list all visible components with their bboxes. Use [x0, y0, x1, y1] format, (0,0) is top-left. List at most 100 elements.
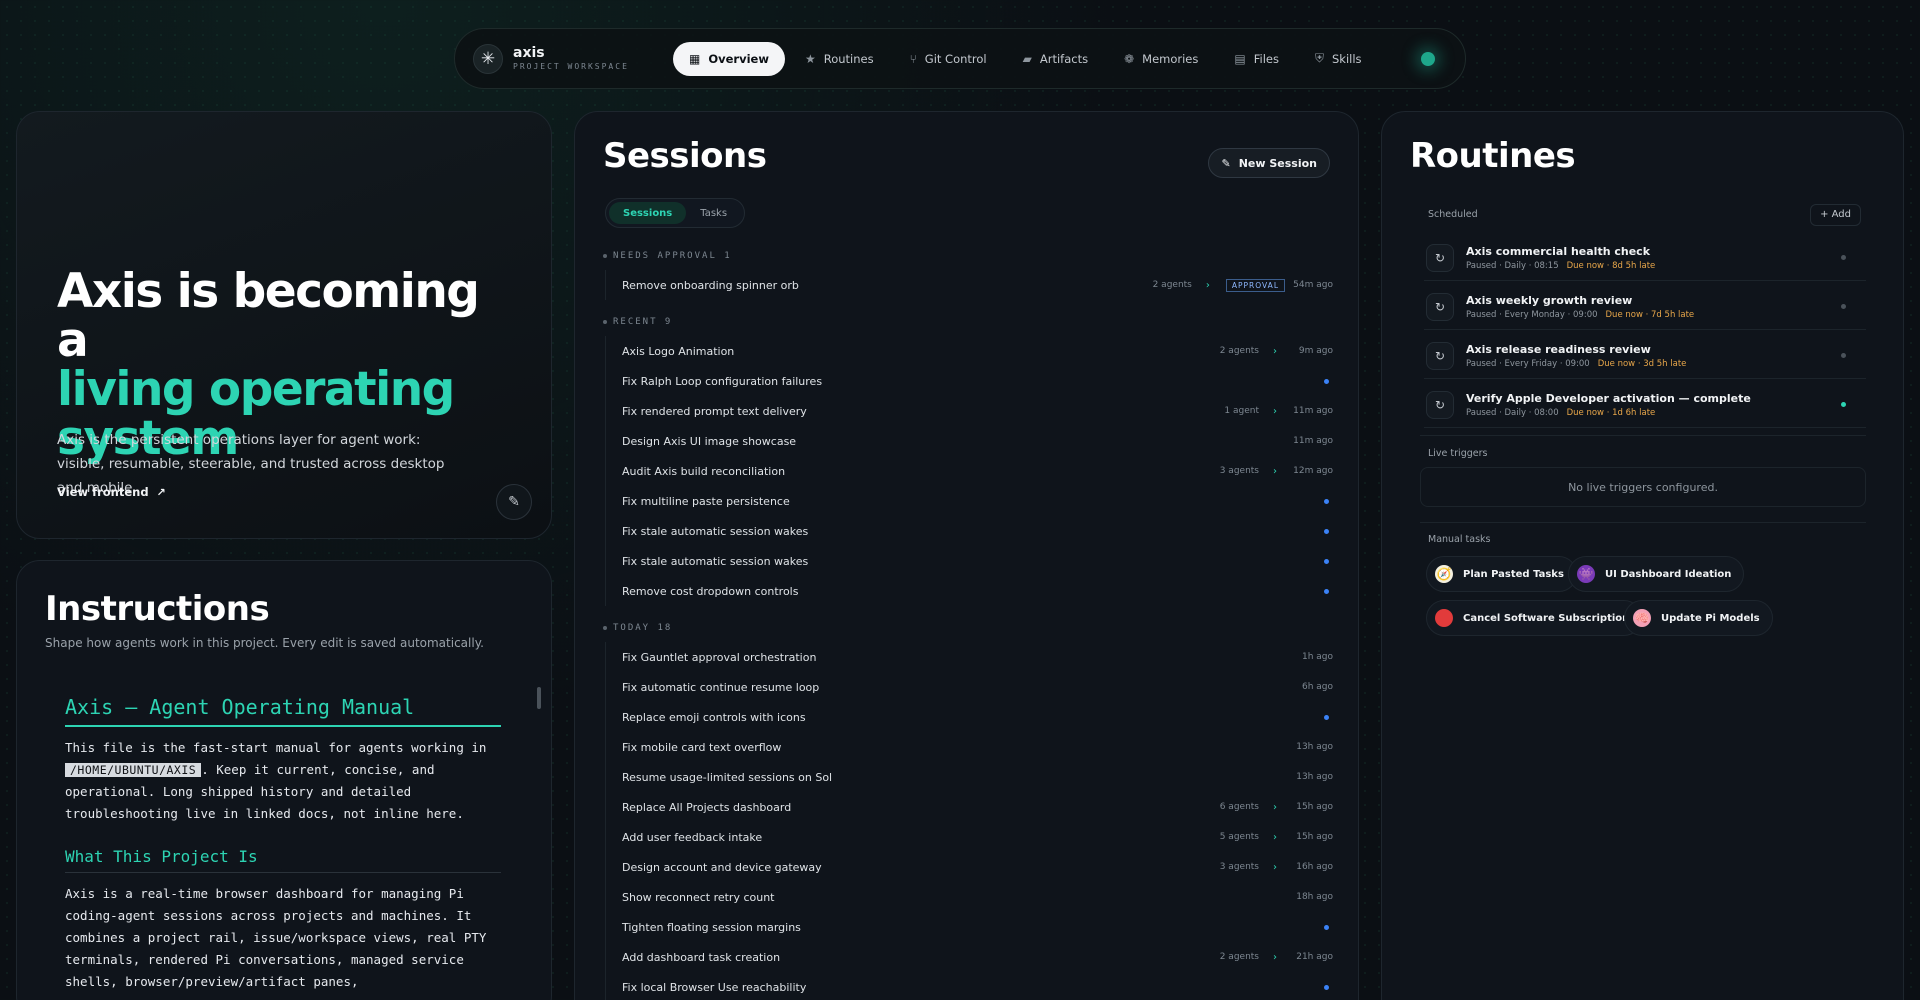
session-title: Fix stale automatic session wakes: [622, 554, 809, 568]
routine-item[interactable]: ↻ Axis release readiness review Paused ·…: [1424, 333, 1866, 379]
session-row[interactable]: Design Axis UI image showcase 11m ago: [605, 426, 1333, 456]
sessions-tasks-toggle: Sessions Tasks: [605, 198, 746, 228]
session-time: 21h ago: [1296, 952, 1333, 962]
unread-dot-icon: [1324, 498, 1329, 504]
tab-git-control[interactable]: ⑂ Git Control: [894, 42, 1003, 76]
session-title: Fix local Browser Use reachability: [622, 980, 807, 994]
palette-icon: 👾: [1577, 565, 1595, 583]
session-row[interactable]: Fix rendered prompt text delivery 1 agent…: [605, 396, 1333, 426]
session-row[interactable]: Resume usage-limited sessions on Sol 13h …: [605, 762, 1333, 792]
session-time: 18h ago: [1296, 892, 1333, 902]
scheduled-label: Scheduled: [1428, 209, 1478, 220]
tab-routines[interactable]: ★ Routines: [789, 42, 890, 76]
routine-item[interactable]: ↻ Verify Apple Developer activation — co…: [1424, 382, 1866, 428]
tab-label: Skills: [1331, 51, 1362, 66]
status-dot-icon: [1841, 255, 1846, 260]
unread-dot-icon: [1324, 714, 1329, 720]
chevron-right-icon[interactable]: ›: [1206, 280, 1210, 291]
instructions-subtitle: Shape how agents work in this project. E…: [45, 636, 484, 650]
agent-count: 5 agents: [1219, 832, 1259, 842]
session-time: 12m ago: [1293, 466, 1333, 476]
session-row[interactable]: Audit Axis build reconciliation 3 agents ›…: [605, 456, 1333, 486]
tab-label: Files: [1253, 51, 1279, 66]
routine-title: Axis commercial health check: [1466, 244, 1651, 258]
session-row[interactable]: Fix multiline paste persistence: [605, 486, 1333, 516]
unread-dot-icon: [1324, 558, 1329, 564]
tab-files[interactable]: ▤ Files: [1218, 42, 1295, 76]
tab-tasks[interactable]: Tasks: [686, 202, 741, 224]
chevron-right-icon[interactable]: ›: [1273, 406, 1277, 417]
chevron-right-icon[interactable]: ›: [1273, 832, 1277, 843]
session-time: 15h ago: [1296, 832, 1333, 842]
new-session-button[interactable]: ✎ New Session: [1208, 148, 1330, 178]
session-row[interactable]: Remove cost dropdown controls: [605, 576, 1333, 606]
session-title: Design Axis UI image showcase: [622, 434, 797, 448]
agent-count: 6 agents: [1219, 802, 1259, 812]
session-row[interactable]: Add dashboard task creation 2 agents › 21h …: [605, 942, 1333, 972]
routine-schedule: Paused · Daily · 08:15: [1466, 260, 1559, 271]
session-row[interactable]: Fix local Browser Use reachability: [605, 972, 1333, 1000]
session-row[interactable]: Add user feedback intake 5 agents › 15h ago: [605, 822, 1333, 852]
view-frontend-label: View frontend: [57, 485, 149, 499]
session-row[interactable]: Design account and device gateway 3 agent…: [605, 852, 1333, 882]
refresh-icon: ↻: [1426, 243, 1454, 272]
session-row[interactable]: Fix Gauntlet approval orchestration 1h ag…: [605, 642, 1333, 672]
brain-icon: 🧠: [1633, 609, 1651, 627]
session-title: Audit Axis build reconciliation: [622, 464, 786, 478]
session-group-header: RECENT 9: [603, 308, 1333, 336]
chevron-right-icon[interactable]: ›: [1273, 802, 1277, 813]
status-glow-icon[interactable]: [1421, 51, 1435, 66]
session-title: Tighten floating session margins: [622, 920, 801, 934]
view-frontend-link[interactable]: View frontend ↗: [57, 485, 166, 499]
session-row[interactable]: Fix stale automatic session wakes: [605, 516, 1333, 546]
tab-artifacts[interactable]: ▰ Artifacts: [1007, 42, 1104, 76]
manual-task-update-pi-models[interactable]: 🧠 Update Pi Models: [1624, 600, 1773, 636]
tab-skills[interactable]: ⛨ Skills: [1299, 42, 1378, 76]
pencil-edit-button[interactable]: ✎: [496, 484, 532, 520]
routine-schedule: Paused · Every Monday · 09:00: [1466, 309, 1598, 320]
chevron-right-icon[interactable]: ›: [1273, 346, 1277, 357]
compose-icon: ✎: [1221, 156, 1231, 170]
session-row[interactable]: Remove onboarding spinner orb 2 agents › AP…: [605, 270, 1333, 300]
tab-overview[interactable]: ▦ Overview: [673, 41, 785, 76]
external-link-icon: ↗: [156, 485, 166, 499]
session-row[interactable]: Fix mobile card text overflow 13h ago: [605, 732, 1333, 762]
brain-icon: ❁: [1124, 51, 1135, 66]
tab-label: Artifacts: [1039, 51, 1089, 66]
manual-task-label: Plan Pasted Tasks: [1463, 568, 1564, 580]
refresh-icon: ↻: [1426, 292, 1454, 321]
manual-task-ui-dashboard-ideation[interactable]: 👾 UI Dashboard Ideation: [1568, 556, 1745, 592]
chevron-right-icon[interactable]: ›: [1273, 466, 1277, 477]
sessions-card: Sessions ✎ New Session Sessions Tasks NE…: [574, 111, 1359, 1000]
tab-memories[interactable]: ❁ Memories: [1108, 42, 1214, 76]
session-row[interactable]: Axis Logo Animation 2 agents › 9m ago: [605, 336, 1333, 366]
divider: [1420, 522, 1866, 523]
session-row[interactable]: Replace All Projects dashboard 6 agents › 1…: [605, 792, 1333, 822]
routine-item[interactable]: ↻ Axis commercial health check Paused · …: [1424, 235, 1866, 281]
session-row[interactable]: Fix Ralph Loop configuration failures: [605, 366, 1333, 396]
session-row[interactable]: Fix stale automatic session wakes: [605, 546, 1333, 576]
star-icon: ★: [804, 51, 816, 66]
bullet-icon: [603, 254, 607, 258]
doc-heading-2: What This Project Is: [65, 847, 501, 873]
status-dot-icon: [1841, 304, 1846, 309]
brand[interactable]: ✳ axis PROJECT WORKSPACE: [473, 43, 673, 74]
tab-sessions[interactable]: Sessions: [609, 202, 687, 224]
instructions-editor[interactable]: Axis — Agent Operating Manual This file …: [65, 695, 501, 993]
session-row[interactable]: Show reconnect retry count 18h ago: [605, 882, 1333, 912]
manual-task-cancel-software-subscription[interactable]: Cancel Software Subscription: [1426, 600, 1643, 636]
manual-task-plan-pasted-tasks[interactable]: 🧭 Plan Pasted Tasks: [1426, 556, 1577, 592]
routine-item[interactable]: ↻ Axis weekly growth review Paused · Eve…: [1424, 284, 1866, 330]
status-badge: APPROVAL: [1225, 278, 1285, 292]
chevron-right-icon[interactable]: ›: [1273, 952, 1277, 963]
unread-dot-icon: [1324, 528, 1329, 534]
chevron-right-icon[interactable]: ›: [1273, 862, 1277, 873]
agent-count: 2 agents: [1219, 952, 1259, 962]
session-row[interactable]: Replace emoji controls with icons: [605, 702, 1333, 732]
agent-count: 3 agents: [1219, 466, 1259, 476]
add-routine-button[interactable]: + Add: [1810, 204, 1861, 226]
doc-scrollbar[interactable]: [537, 687, 541, 709]
session-time: 13h ago: [1296, 772, 1333, 782]
session-row[interactable]: Fix automatic continue resume loop 6h ago: [605, 672, 1333, 702]
session-row[interactable]: Tighten floating session margins: [605, 912, 1333, 942]
